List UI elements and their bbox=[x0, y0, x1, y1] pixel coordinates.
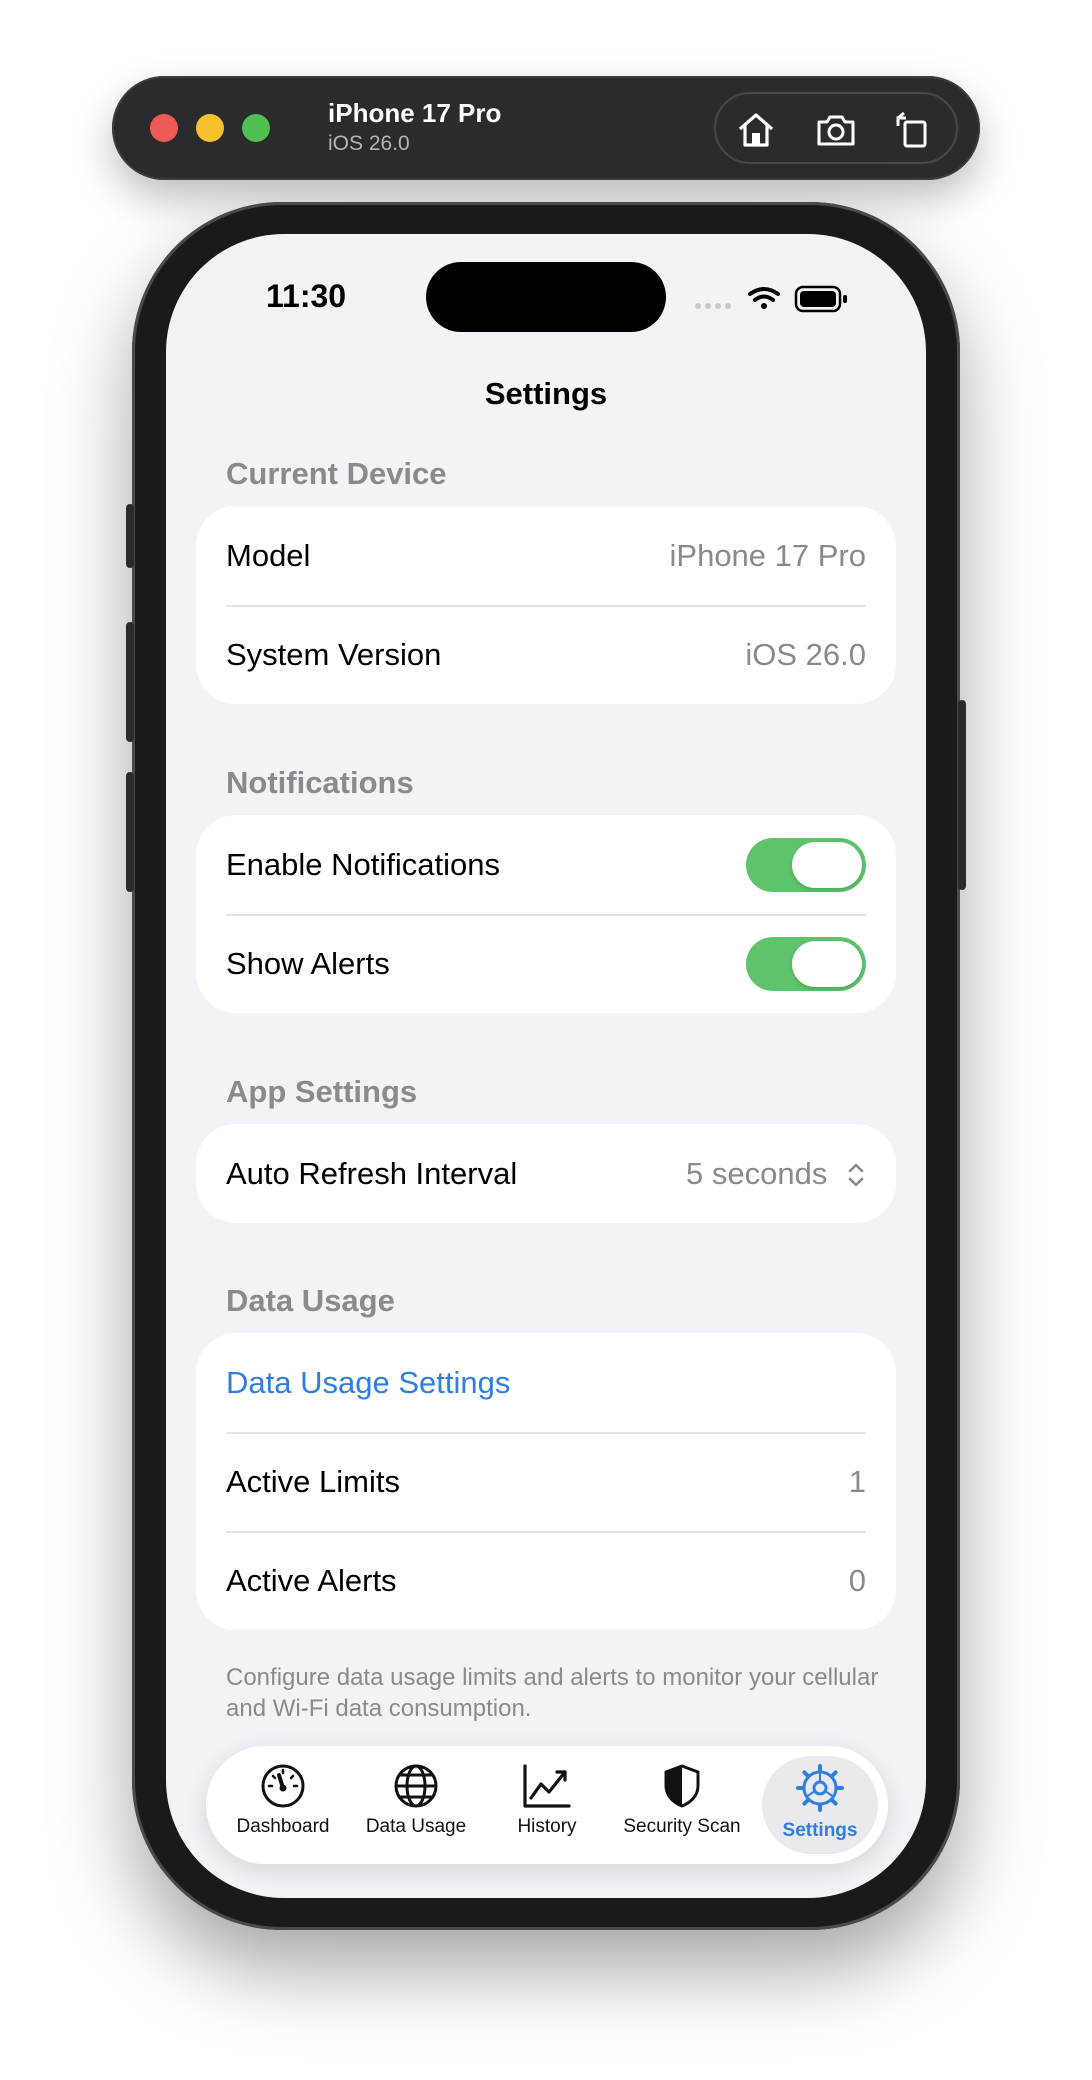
page-title: Settings bbox=[484, 376, 608, 411]
model-row: Model iPhone 17 Pro bbox=[196, 506, 896, 605]
gear-icon bbox=[796, 1764, 844, 1812]
active-alerts-label: Active Alerts bbox=[226, 1562, 397, 1598]
globe-icon bbox=[394, 1764, 438, 1808]
tab-dashboard[interactable]: Dashboard bbox=[224, 1756, 342, 1854]
section-header-notifications: Notifications bbox=[226, 765, 414, 800]
status-time: 11:30 bbox=[266, 278, 347, 314]
data-usage-card: Data Usage Settings Active Limits 1 Acti… bbox=[196, 1333, 896, 1630]
active-limits-row: Active Limits 1 bbox=[196, 1432, 896, 1531]
simulator-title-bar: iPhone 17 Pro iOS 26.0 bbox=[112, 76, 980, 180]
action-button bbox=[126, 504, 134, 568]
zoom-window-button[interactable] bbox=[242, 114, 270, 142]
close-window-button[interactable] bbox=[150, 114, 178, 142]
wifi-icon bbox=[748, 287, 780, 309]
active-alerts-value: 0 bbox=[848, 1562, 866, 1598]
data-usage-footnote: Configure data usage limits and alerts t… bbox=[226, 1664, 879, 1722]
app-settings-card: Auto Refresh Interval 5 seconds bbox=[196, 1124, 896, 1223]
active-limits-label: Active Limits bbox=[226, 1463, 400, 1499]
chart-line-icon bbox=[523, 1764, 571, 1808]
enable-notifications-toggle[interactable] bbox=[746, 837, 866, 892]
show-alerts-row: Show Alerts bbox=[196, 914, 896, 1013]
minimize-window-button[interactable] bbox=[196, 114, 224, 142]
toggle-knob bbox=[792, 940, 862, 987]
active-limits-value: 1 bbox=[848, 1463, 866, 1499]
section-header-data-usage: Data Usage bbox=[226, 1283, 395, 1318]
simulator-toolbar bbox=[714, 92, 958, 164]
current-device-card: Model iPhone 17 Pro System Version iOS 2… bbox=[196, 506, 896, 704]
tab-security-scan[interactable]: Security Scan bbox=[610, 1756, 754, 1854]
model-label: Model bbox=[226, 537, 311, 573]
volume-up-button bbox=[126, 622, 134, 742]
show-alerts-label: Show Alerts bbox=[226, 945, 390, 981]
enable-notifications-label: Enable Notifications bbox=[226, 846, 500, 882]
home-icon[interactable] bbox=[734, 108, 778, 152]
tab-dashboard-label: Dashboard bbox=[236, 1816, 330, 1837]
tab-history[interactable]: History bbox=[492, 1756, 602, 1854]
tab-settings[interactable]: Settings bbox=[762, 1756, 878, 1854]
phone-frame: 11:30 Settings Current Device Model iPho… bbox=[126, 202, 966, 1930]
system-version-row: System Version iOS 26.0 bbox=[196, 605, 896, 704]
rotate-icon[interactable] bbox=[892, 108, 936, 152]
simulator-device-name: iPhone 17 Pro bbox=[328, 98, 502, 128]
show-alerts-toggle[interactable] bbox=[746, 936, 866, 991]
toggle-knob bbox=[792, 841, 862, 888]
auto-refresh-label: Auto Refresh Interval bbox=[226, 1155, 518, 1191]
tab-history-label: History bbox=[517, 1816, 577, 1837]
screenshot-icon[interactable] bbox=[814, 108, 858, 152]
tab-settings-label: Settings bbox=[782, 1820, 858, 1841]
volume-down-button bbox=[126, 772, 134, 892]
model-value: iPhone 17 Pro bbox=[669, 537, 866, 573]
system-version-value: iOS 26.0 bbox=[745, 636, 866, 672]
enable-notifications-row: Enable Notifications bbox=[196, 815, 896, 914]
tab-bar: Dashboard Data Usage History Security Sc… bbox=[206, 1746, 888, 1864]
tab-security-scan-label: Security Scan bbox=[623, 1816, 741, 1837]
data-usage-settings-link[interactable]: Data Usage Settings bbox=[226, 1365, 866, 1401]
gauge-icon bbox=[261, 1764, 305, 1808]
chevron-up-down-icon bbox=[848, 1164, 864, 1187]
cellular-icon bbox=[695, 303, 731, 309]
system-version-label: System Version bbox=[226, 636, 442, 672]
auto-refresh-row[interactable]: Auto Refresh Interval 5 seconds bbox=[196, 1124, 896, 1223]
section-header-app-settings: App Settings bbox=[226, 1074, 418, 1109]
auto-refresh-value: 5 seconds bbox=[686, 1155, 828, 1191]
active-alerts-row: Active Alerts 0 bbox=[196, 1531, 896, 1630]
simulator-os-version: iOS 26.0 bbox=[328, 132, 410, 155]
battery-icon bbox=[794, 285, 847, 313]
section-header-current-device: Current Device bbox=[226, 456, 447, 491]
shield-icon bbox=[664, 1764, 700, 1808]
data-usage-settings-row[interactable]: Data Usage Settings bbox=[196, 1333, 896, 1432]
notifications-card: Enable Notifications Show Alerts bbox=[196, 815, 896, 1013]
tab-data-usage-label: Data Usage bbox=[365, 1816, 467, 1837]
app-screen: 11:30 Settings Current Device Model iPho… bbox=[166, 234, 926, 1898]
auto-refresh-picker[interactable]: 5 seconds bbox=[686, 1156, 866, 1192]
dynamic-island bbox=[426, 262, 666, 332]
tab-data-usage[interactable]: Data Usage bbox=[356, 1756, 476, 1854]
status-icons bbox=[694, 284, 864, 314]
side-button bbox=[958, 700, 966, 890]
